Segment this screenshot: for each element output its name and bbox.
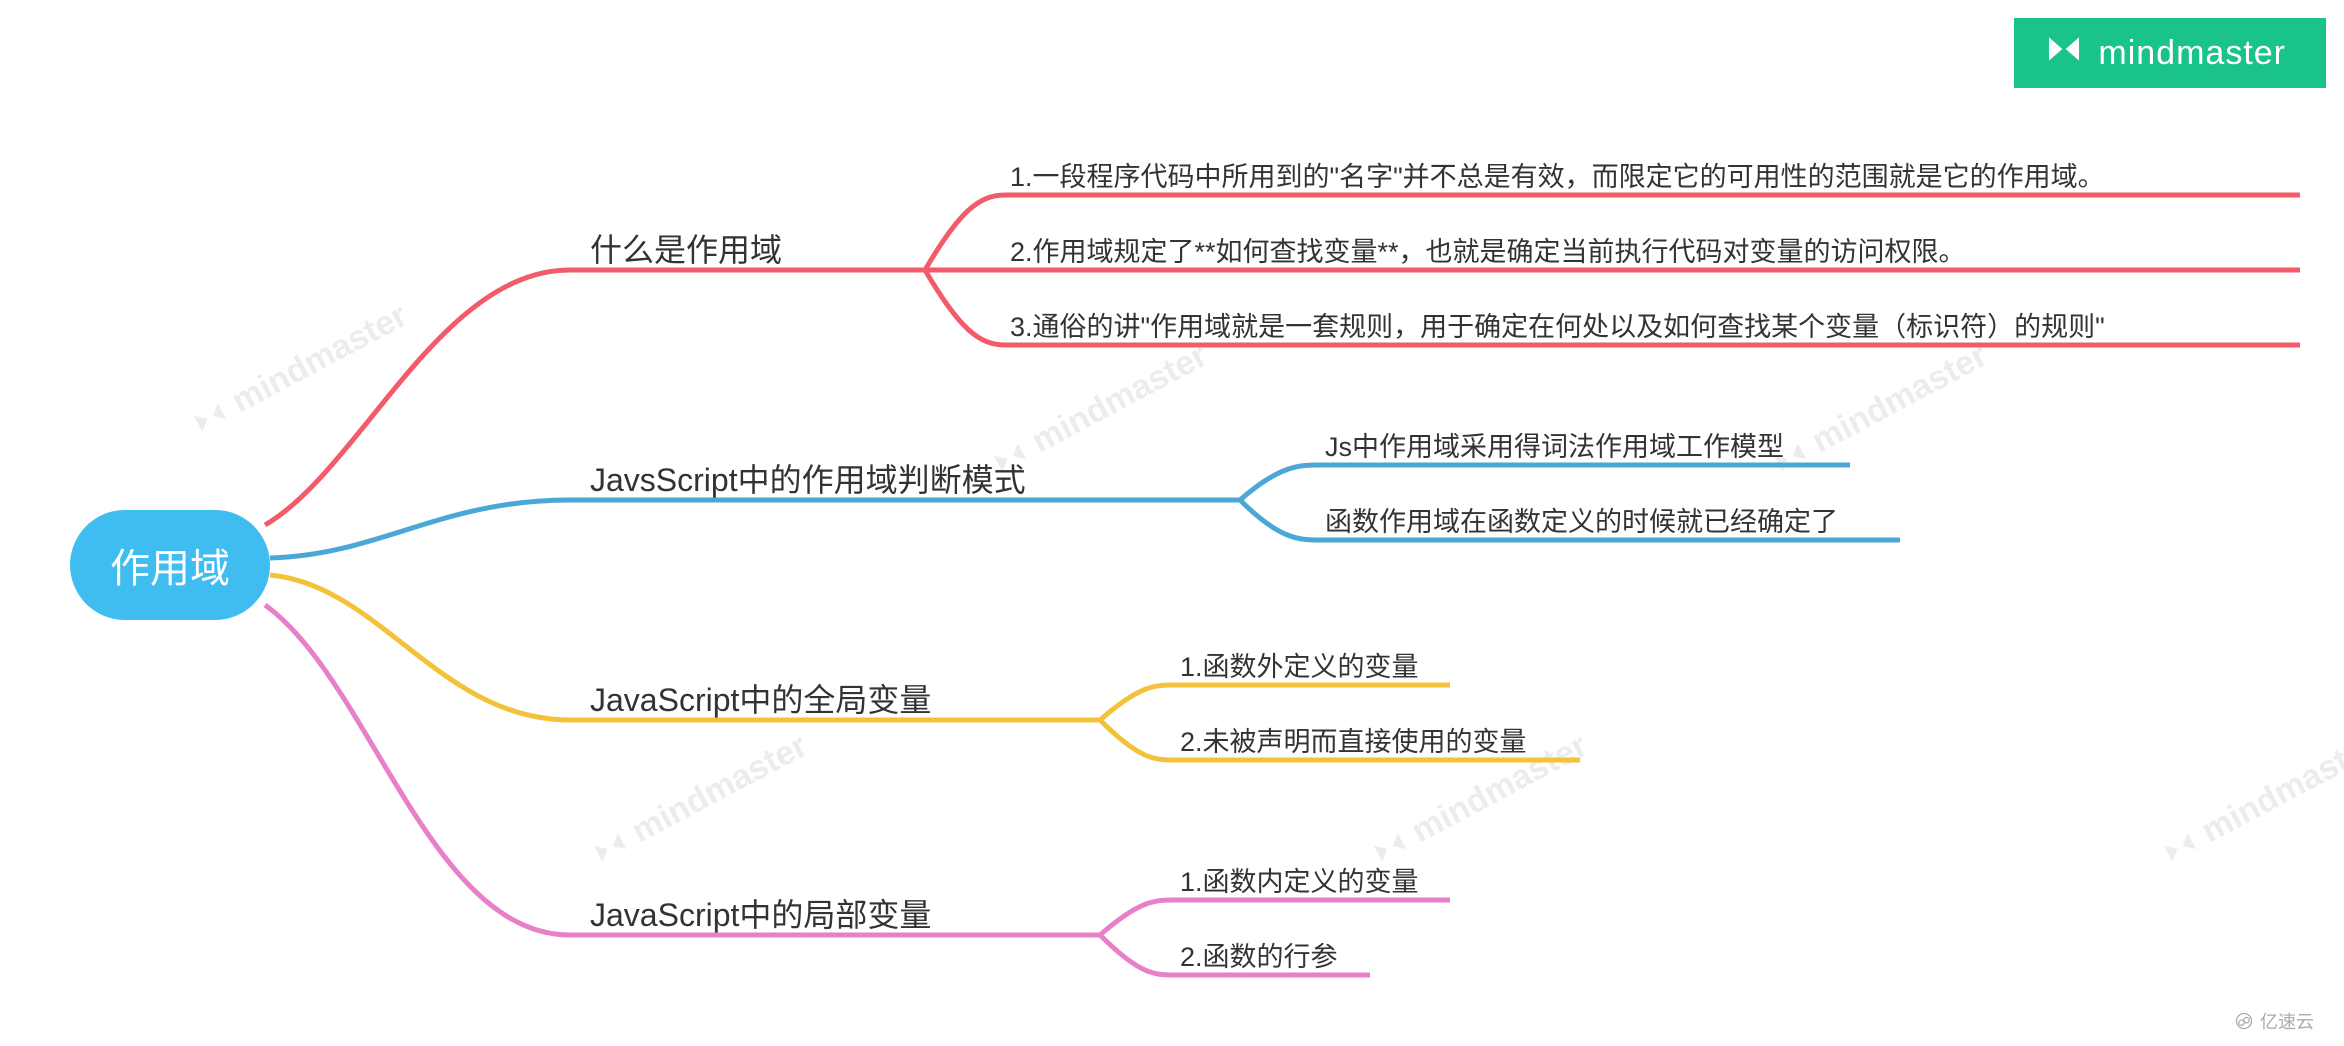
branch-global-vars[interactable]: JavaScript中的全局变量 <box>590 675 931 721</box>
watermark: mindmaster <box>1765 336 1994 483</box>
leaf-b3-1[interactable]: 1.函数外定义的变量 <box>1180 645 1419 684</box>
leaf-b1-1[interactable]: 1.一段程序代码中所用到的"名字"并不总是有效，而限定它的可用性的范围就是它的作… <box>1010 155 2105 194</box>
leaf-b2-2[interactable]: 函数作用域在函数定义的时候就已经确定了 <box>1325 500 1838 539</box>
brand-logo-icon <box>2044 29 2084 78</box>
leaf-b3-2[interactable]: 2.未被声明而直接使用的变量 <box>1180 720 1527 759</box>
watermark: mindmaster <box>585 726 814 873</box>
brand-name: mindmaster <box>2098 34 2286 73</box>
leaf-b4-1[interactable]: 1.函数内定义的变量 <box>1180 860 1419 899</box>
branch-local-vars[interactable]: JavaScript中的局部变量 <box>590 890 931 936</box>
leaf-b1-2[interactable]: 2.作用域规定了**如何查找变量**，也就是确定当前执行代码对变量的访问权限。 <box>1010 230 1966 269</box>
leaf-b2-1[interactable]: Js中作用域采用得词法作用域工作模型 <box>1325 425 1784 464</box>
branch-what-is-scope[interactable]: 什么是作用域 <box>590 225 782 271</box>
mindmap-canvas: mindmaster mindmaster mindmaster mindmas… <box>0 0 2344 1046</box>
root-node[interactable]: 作用域 <box>70 510 270 620</box>
leaf-b4-2[interactable]: 2.函数的行参 <box>1180 935 1338 974</box>
root-label: 作用域 <box>110 536 230 594</box>
watermark: mindmaster <box>2155 726 2344 873</box>
leaf-b1-3[interactable]: 3.通俗的讲"作用域就是一套规则，用于确定在何处以及如何查找某个变量（标识符）的… <box>1010 305 2105 344</box>
brand-badge[interactable]: mindmaster <box>2014 18 2326 88</box>
branch-js-scope-mode[interactable]: JavsScript中的作用域判断模式 <box>590 455 1026 501</box>
watermark: mindmaster <box>185 296 414 443</box>
footer-watermark: 亿速云 <box>2234 1008 2314 1034</box>
